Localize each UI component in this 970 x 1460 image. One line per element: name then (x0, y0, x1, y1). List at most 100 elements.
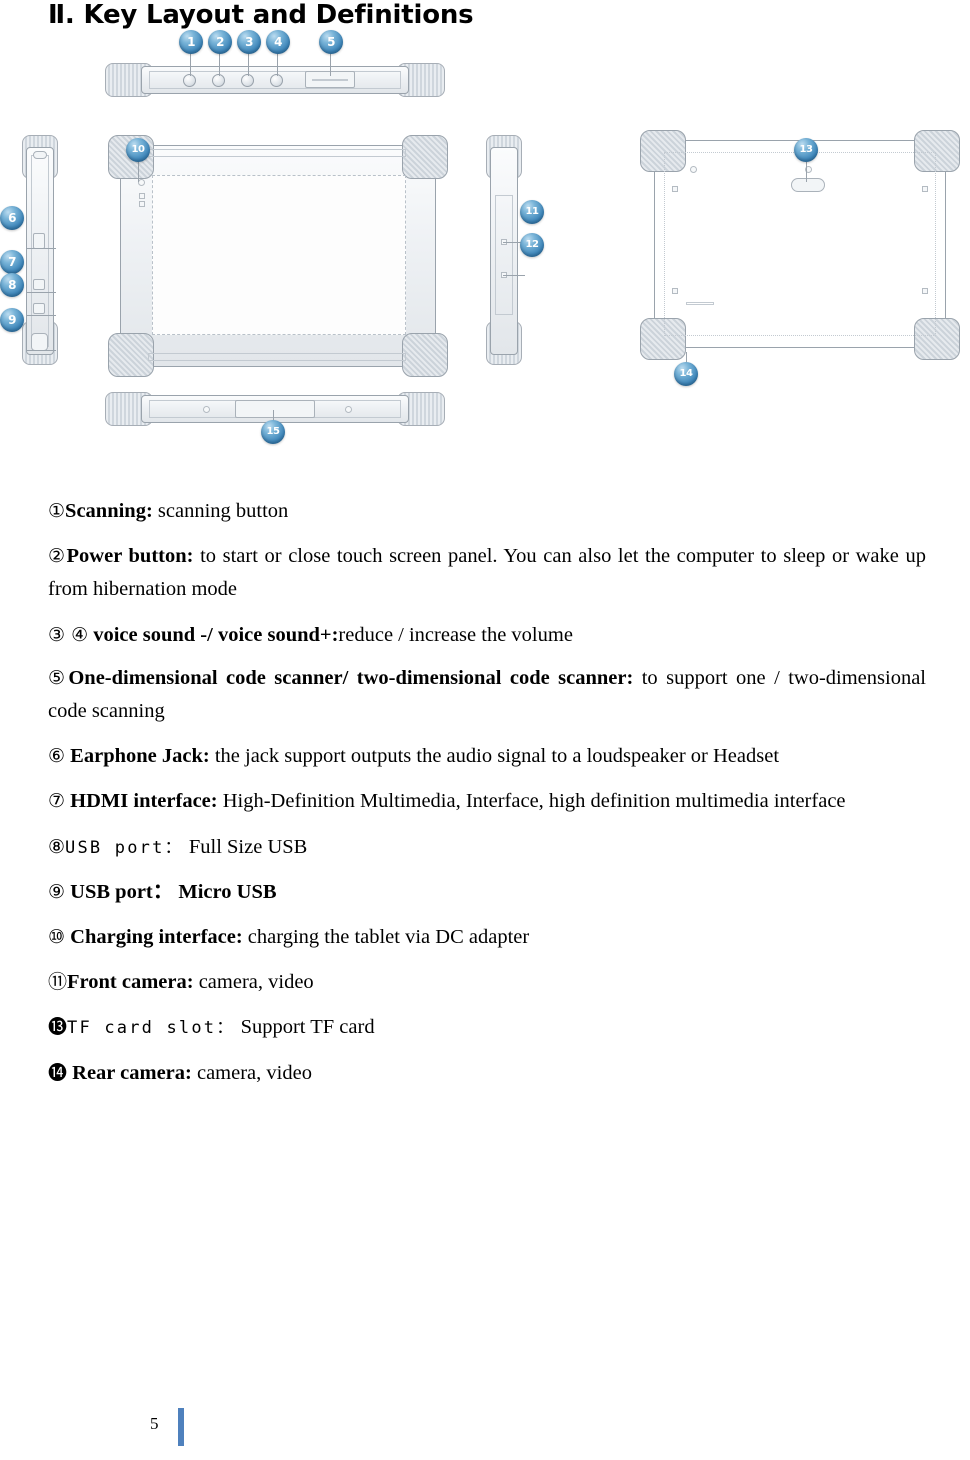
leader-4 (277, 52, 278, 76)
front-bottom-bezel-strip (148, 353, 406, 361)
definition-term-1: Scanning: (65, 500, 153, 522)
docking-connector (235, 400, 315, 418)
leader-10 (138, 160, 139, 182)
definition-number-14: ⓮ (48, 1061, 68, 1084)
front-view (108, 135, 448, 377)
definition-number-1: ① (48, 500, 66, 522)
definition-desc-6: the jack support outputs the audio signa… (209, 745, 780, 768)
front-camera-lens (138, 179, 145, 186)
definition-number-10: ⑩ (48, 926, 66, 949)
leader-9 (26, 350, 56, 351)
definition-term-6: Earphone Jack: (65, 745, 210, 768)
definition-desc-10: charging the tablet via DC adapter (242, 926, 530, 949)
left-edge-top-slot (33, 151, 47, 159)
callout-4: 4 (266, 30, 290, 54)
definition-item-9: ⑨ USB port： Micro USB (48, 876, 926, 909)
bottom-screw-right (345, 406, 352, 413)
rear-vent-strip (686, 302, 714, 305)
key-layout-figure: 1 2 3 4 5 6 7 8 9 10 11 12 13 14 15 (0, 30, 970, 470)
definition-item-2: ②Power button: to start or close touch s… (48, 540, 926, 606)
definition-term-3: voice sound -/ voice sound+: (93, 623, 339, 646)
leader-1 (190, 52, 191, 76)
definition-desc-3: reduce / increase the volume (338, 623, 573, 646)
front-corner-tr (402, 135, 448, 179)
rear-screw-bl (672, 288, 678, 294)
top-edge-view (105, 58, 445, 104)
definition-term-2: Power button: (66, 545, 194, 568)
definition-desc-7: High-Definition Multimedia, Interface, h… (217, 790, 846, 813)
callout-2: 2 (208, 30, 232, 54)
leader-6 (26, 248, 56, 249)
definition-item-14: ⓮ Rear camera: camera, video (48, 1057, 926, 1090)
definition-item-8: ⑧USB port： Full Size USB (48, 831, 926, 864)
front-corner-br (402, 333, 448, 377)
usb-full-size-port (33, 303, 45, 314)
definition-desc-9: Micro USB (173, 880, 277, 903)
rear-view (640, 130, 960, 360)
left-edge-view (20, 135, 64, 365)
definition-term-9: USB port： (65, 880, 174, 903)
definition-item-1: ①Scanning: scanning button (48, 495, 926, 528)
definitions-list: ①Scanning: scanning button ②Power button… (48, 495, 926, 1102)
front-sensor-1 (139, 193, 145, 199)
callout-8: 8 (0, 273, 24, 297)
definition-term-5: One-dimensional code scanner/ two-dimens… (68, 666, 634, 689)
callout-7: 7 (0, 250, 24, 274)
definition-item-13: ⓭TF card slot： Support TF card (48, 1011, 926, 1044)
definition-number-6: ⑥ (48, 745, 66, 768)
page-accent-bar (178, 1408, 184, 1446)
definition-term-7: HDMI interface: (65, 790, 218, 813)
callout-10: 10 (126, 138, 150, 162)
leader-13 (806, 162, 807, 182)
bottom-screw-left (203, 406, 210, 413)
callout-1: 1 (179, 30, 203, 54)
callout-12: 12 (520, 233, 544, 257)
definition-number-2: ② (48, 545, 67, 568)
right-edge-inner-line (495, 195, 513, 315)
rear-label-plate (791, 178, 825, 192)
definition-item-10: ⑩ Charging interface: charging the table… (48, 921, 926, 954)
definition-item-7: ⑦ HDMI interface: High-Definition Multim… (48, 785, 926, 818)
definition-number-7: ⑦ (48, 790, 66, 813)
callout-9: 9 (0, 308, 24, 332)
definition-term-13: TF card slot： (67, 1018, 236, 1039)
definition-item-11: ⑪Front camera: camera, video (48, 966, 926, 999)
definition-desc-13: Support TF card (235, 1016, 375, 1039)
callout-13: 13 (794, 138, 818, 162)
front-sensor-2 (139, 201, 145, 207)
front-top-bezel-strip (148, 149, 406, 157)
hdmi-port (33, 279, 45, 290)
leader-2 (219, 52, 220, 76)
definition-desc-8: Full Size USB (183, 835, 308, 858)
touch-screen (152, 175, 406, 335)
rear-screw-tr (922, 186, 928, 192)
callout-6: 6 (0, 206, 24, 230)
callout-5: 5 (319, 30, 343, 54)
callout-14: 14 (674, 362, 698, 386)
page-number: 5 (150, 1414, 159, 1433)
rear-camera-lens (690, 166, 697, 173)
definition-number-13: ⓭ (48, 1016, 68, 1039)
definition-term-10: Charging interface: (65, 926, 243, 949)
definition-number-9: ⑨ (48, 880, 66, 903)
definition-item-3: ③ ④ voice sound -/ voice sound+:reduce /… (48, 619, 926, 652)
leader-12 (503, 275, 525, 276)
definition-number-11: ⑪ (48, 971, 68, 994)
definition-desc-14: camera, video (191, 1061, 312, 1084)
page-footer: 5 (0, 1408, 970, 1454)
definition-term-14: Rear camera: (67, 1061, 192, 1084)
definition-item-6: ⑥ Earphone Jack: the jack support output… (48, 740, 926, 773)
callout-3: 3 (237, 30, 261, 54)
leader-8 (26, 315, 56, 316)
definition-term-8: USB port： (65, 837, 184, 858)
leader-5 (330, 52, 331, 76)
usb-micro-port (31, 333, 48, 351)
code-scanner-window-line (312, 79, 348, 81)
definition-item-5: ⑤One-dimensional code scanner/ two-dimen… (48, 662, 926, 728)
definition-desc-1: scanning button (152, 500, 289, 522)
definition-term-11: Front camera: (67, 971, 194, 994)
definition-number-3: ③ ④ (48, 623, 89, 646)
leader-7 (26, 292, 56, 293)
earphone-jack-port (33, 233, 45, 249)
leader-3 (248, 52, 249, 76)
